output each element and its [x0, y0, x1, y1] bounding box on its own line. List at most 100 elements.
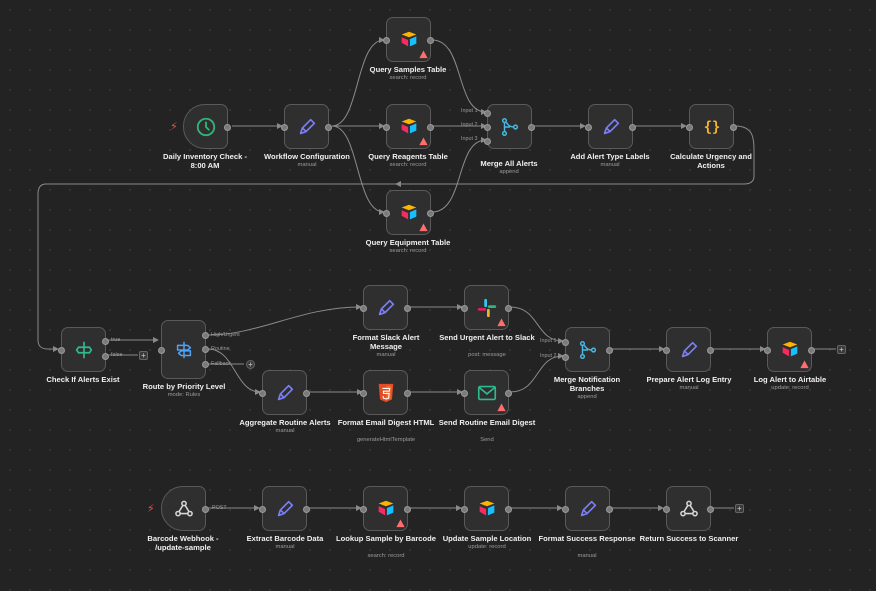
input-port[interactable]: [360, 506, 367, 513]
port-label: High/Urgent: [211, 332, 240, 338]
node-update-sample-location[interactable]: [461, 486, 512, 531]
add-node-button[interactable]: +: [246, 360, 255, 369]
node-route-by-priority[interactable]: [158, 320, 209, 379]
input-port[interactable]: [360, 390, 367, 397]
node-format-success[interactable]: [562, 486, 613, 531]
node-format-email-digest[interactable]: [360, 370, 411, 415]
workflow-canvas[interactable]: ⚡ Daily Inventory Check - 8:00 AM Workfl…: [0, 0, 876, 591]
output-port[interactable]: [427, 124, 434, 131]
input-port[interactable]: [663, 347, 670, 354]
output-port[interactable]: [606, 347, 613, 354]
input-port-2[interactable]: [484, 124, 491, 131]
output-port[interactable]: [707, 506, 714, 513]
output-port[interactable]: [505, 305, 512, 312]
input-port[interactable]: [360, 305, 367, 312]
node-query-samples-table[interactable]: [383, 17, 434, 62]
input-port[interactable]: [686, 124, 693, 131]
node-query-equipment-table[interactable]: [383, 190, 434, 235]
input-port[interactable]: [663, 506, 670, 513]
input-port[interactable]: [461, 305, 468, 312]
pencil-icon: [277, 384, 293, 400]
input-port[interactable]: [764, 347, 771, 354]
output-port-routine[interactable]: [202, 346, 209, 353]
node-label: Workflow Configuration: [264, 152, 350, 161]
output-port[interactable]: [528, 124, 535, 131]
webhook-icon: [679, 500, 698, 516]
input-port[interactable]: [259, 506, 266, 513]
input-port[interactable]: [259, 390, 266, 397]
node-extract-barcode[interactable]: [259, 486, 310, 531]
node-merge-all-alerts[interactable]: [484, 104, 535, 149]
add-node-button[interactable]: +: [139, 351, 148, 360]
output-port-true[interactable]: [102, 338, 109, 345]
node-return-success[interactable]: [663, 486, 714, 531]
port-label: Input 3: [461, 136, 478, 142]
input-port[interactable]: [383, 210, 390, 217]
node-add-alert-type-labels[interactable]: [585, 104, 636, 149]
node-aggregate-routine[interactable]: [259, 370, 310, 415]
output-port[interactable]: [224, 124, 231, 131]
output-port[interactable]: [505, 506, 512, 513]
node-lookup-sample[interactable]: [360, 486, 411, 531]
input-port[interactable]: [585, 124, 592, 131]
output-port[interactable]: [303, 506, 310, 513]
node-query-reagents-table[interactable]: [383, 104, 434, 149]
output-port-false[interactable]: [102, 353, 109, 360]
add-node-button[interactable]: +: [735, 504, 744, 513]
output-port[interactable]: [606, 506, 613, 513]
input-port[interactable]: [562, 506, 569, 513]
node-send-urgent-slack[interactable]: [461, 285, 512, 330]
input-port-3[interactable]: [484, 138, 491, 145]
port-label: Input 2: [461, 122, 478, 128]
node-format-slack-alert[interactable]: [360, 285, 411, 330]
input-port[interactable]: [461, 506, 468, 513]
output-port[interactable]: [707, 347, 714, 354]
input-port[interactable]: [383, 124, 390, 131]
output-port[interactable]: [404, 305, 411, 312]
node-label: Merge Notification Branches: [553, 375, 621, 393]
webhook-icon: [174, 500, 193, 516]
input-port[interactable]: [158, 347, 165, 354]
output-port[interactable]: [427, 210, 434, 217]
node-label: Query Samples Table: [369, 65, 447, 74]
connection-lines: [37, 37, 836, 511]
node-subtitle: manual: [376, 352, 396, 358]
node-label: Format Success Response: [538, 534, 636, 543]
output-port[interactable]: [505, 390, 512, 397]
output-port[interactable]: [325, 124, 332, 131]
node-workflow-configuration[interactable]: [281, 104, 332, 149]
input-port[interactable]: [58, 347, 65, 354]
input-port[interactable]: [281, 124, 288, 131]
output-port-high[interactable]: [202, 332, 209, 339]
input-port-1[interactable]: [562, 339, 569, 346]
node-subtitle: manual: [297, 162, 317, 168]
add-node-button[interactable]: +: [837, 345, 846, 354]
input-port[interactable]: [461, 390, 468, 397]
node-check-if-alerts-exist[interactable]: [58, 327, 109, 372]
node-prepare-alert-log[interactable]: [663, 327, 714, 372]
node-send-routine-email[interactable]: [461, 370, 512, 415]
node-label: Calculate Urgency and Actions: [670, 152, 752, 170]
input-port-1[interactable]: [484, 110, 491, 117]
output-port[interactable]: [629, 124, 636, 131]
output-port[interactable]: [404, 390, 411, 397]
input-port-2[interactable]: [562, 354, 569, 361]
output-port[interactable]: [404, 506, 411, 513]
node-daily-inventory-check[interactable]: [183, 104, 231, 149]
output-port[interactable]: [427, 37, 434, 44]
node-log-alert-airtable[interactable]: [764, 327, 815, 372]
output-port[interactable]: [202, 506, 209, 513]
node-label: Add Alert Type Labels: [570, 152, 650, 161]
node-merge-notification[interactable]: [562, 327, 613, 372]
output-port[interactable]: [808, 347, 815, 354]
edge-route-high-to-slackfmt: [207, 304, 362, 336]
node-calculate-urgency[interactable]: {}: [686, 104, 737, 149]
airtable-icon: [401, 204, 416, 219]
output-port[interactable]: [303, 390, 310, 397]
output-port-fallback[interactable]: [202, 361, 209, 368]
node-label: Prepare Alert Log Entry: [646, 375, 732, 384]
output-port[interactable]: [730, 124, 737, 131]
input-port[interactable]: [383, 37, 390, 44]
node-subtitle: Send: [480, 437, 494, 443]
node-barcode-webhook[interactable]: [161, 486, 209, 531]
